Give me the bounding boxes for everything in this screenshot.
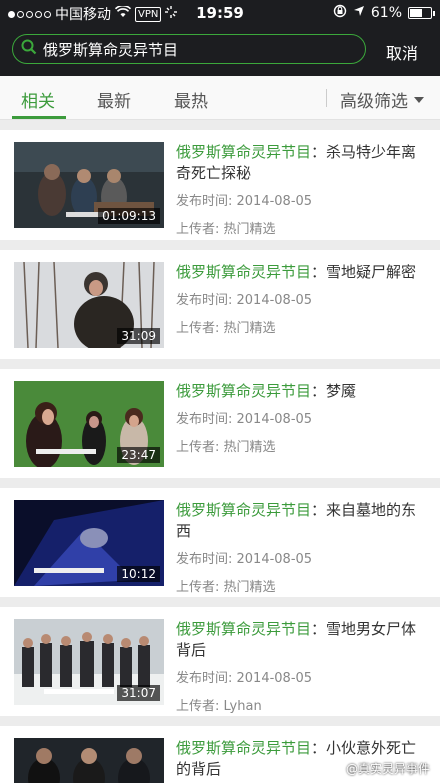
search-bar[interactable] xyxy=(12,34,366,64)
result-title[interactable]: 俄罗斯算命灵异节目：杀马特少年离奇死亡探秘 xyxy=(176,142,428,184)
orientation-lock-icon xyxy=(333,4,347,22)
video-duration: 10:12 xyxy=(117,566,160,582)
watermark: @真实灵异事件 xyxy=(345,762,430,776)
result-info: 俄罗斯算命灵异节目：雪地疑尸解密 发布时间: 2014-08-05 上传者: 热… xyxy=(176,262,428,336)
uploader: 上传者: 热门精选 xyxy=(176,321,276,336)
title-rest: ：梦魇 xyxy=(311,382,357,400)
publish-date: 发布时间: 2014-08-05 xyxy=(176,412,313,427)
uploader: 上传者: 热门精选 xyxy=(176,222,276,237)
result-info: 俄罗斯算命灵异节目：来自墓地的东西 发布时间: 2014-08-05 上传者: … xyxy=(176,500,428,595)
result-info: 俄罗斯算命灵异节目：雪地男女尸体背后 发布时间: 2014-08-05 上传者:… xyxy=(176,619,428,714)
result-info: 俄罗斯算命灵异节目：梦魇 发布时间: 2014-08-05 上传者: 热门精选 xyxy=(176,381,428,455)
advanced-filter-button[interactable]: 高级筛选 xyxy=(340,87,424,112)
result-item[interactable]: 31:09 俄罗斯算命灵异节目：雪地疑尸解密 发布时间: 2014-08-05 … xyxy=(0,250,440,359)
title-highlight: 俄罗斯算命灵异节目 xyxy=(176,143,312,161)
battery-icon xyxy=(408,7,435,19)
video-duration: 31:09 xyxy=(117,328,160,344)
title-highlight: 俄罗斯算命灵异节目 xyxy=(176,263,312,281)
result-item[interactable]: 01:09:13 俄罗斯算命灵异节目：杀马特少年离奇死亡探秘 发布时间: 201… xyxy=(0,130,440,240)
publish-date: 发布时间: 2014-08-05 xyxy=(176,552,313,567)
title-highlight: 俄罗斯算命灵异节目 xyxy=(176,620,312,638)
title-highlight: 俄罗斯算命灵异节目 xyxy=(176,382,312,400)
tab-bar: 相关 最新 最热 高级筛选 xyxy=(0,76,440,120)
status-right: 61% xyxy=(333,4,435,22)
tab-latest[interactable]: 最新 xyxy=(97,87,131,112)
uploader: 上传者: Lyhan xyxy=(176,699,262,714)
caret-down-icon xyxy=(414,96,424,103)
video-duration: 01:09:13 xyxy=(98,208,160,224)
video-thumbnail[interactable]: 31:09 xyxy=(14,262,164,348)
tab-hottest[interactable]: 最热 xyxy=(174,87,208,112)
video-thumbnail[interactable]: 01:09:13 xyxy=(14,142,164,228)
video-thumbnail[interactable]: 23:47 xyxy=(14,381,164,467)
result-title[interactable]: 俄罗斯算命灵异节目：雪地男女尸体背后 xyxy=(176,619,428,661)
result-title[interactable]: 俄罗斯算命灵异节目：雪地疑尸解密 xyxy=(176,262,428,283)
battery-percent: 61% xyxy=(370,5,402,21)
result-title[interactable]: 俄罗斯算命灵异节目：梦魇 xyxy=(176,381,428,402)
uploader: 上传者: 热门精选 xyxy=(176,580,276,595)
video-thumbnail[interactable]: 10:12 xyxy=(14,500,164,586)
title-highlight: 俄罗斯算命灵异节目 xyxy=(176,739,312,757)
search-icon xyxy=(21,39,37,59)
publish-date: 发布时间: 2014-08-05 xyxy=(176,194,313,209)
top-bar: 中国移动 VPN 19:59 61% 取消 xyxy=(0,0,440,76)
tab-related[interactable]: 相关 xyxy=(21,87,55,112)
result-item[interactable]: 10:12 俄罗斯算命灵异节目：来自墓地的东西 发布时间: 2014-08-05… xyxy=(0,488,440,597)
advanced-filter-label: 高级筛选 xyxy=(340,92,408,112)
result-info: 俄罗斯算命灵异节目：杀马特少年离奇死亡探秘 发布时间: 2014-08-05 上… xyxy=(176,142,428,237)
video-thumbnail[interactable]: 31:07 xyxy=(14,619,164,705)
result-item[interactable]: 31:07 俄罗斯算命灵异节目：雪地男女尸体背后 发布时间: 2014-08-0… xyxy=(0,607,440,716)
video-duration: 23:47 xyxy=(117,447,160,463)
publish-date: 发布时间: 2014-08-05 xyxy=(176,671,313,686)
search-input[interactable] xyxy=(43,40,343,58)
tab-divider xyxy=(326,89,327,107)
status-bar: 中国移动 VPN 19:59 61% xyxy=(0,0,440,26)
video-duration: 31:07 xyxy=(117,685,160,701)
title-rest: ：雪地疑尸解密 xyxy=(311,263,417,281)
cancel-button[interactable]: 取消 xyxy=(386,40,418,64)
active-tab-indicator xyxy=(12,116,66,119)
uploader: 上传者: 热门精选 xyxy=(176,440,276,455)
publish-date: 发布时间: 2014-08-05 xyxy=(176,293,313,308)
location-icon xyxy=(353,5,365,21)
result-title[interactable]: 俄罗斯算命灵异节目：来自墓地的东西 xyxy=(176,500,428,542)
title-highlight: 俄罗斯算命灵异节目 xyxy=(176,501,312,519)
result-item[interactable]: 23:47 俄罗斯算命灵异节目：梦魇 发布时间: 2014-08-05 上传者:… xyxy=(0,369,440,478)
video-thumbnail[interactable] xyxy=(14,738,164,783)
